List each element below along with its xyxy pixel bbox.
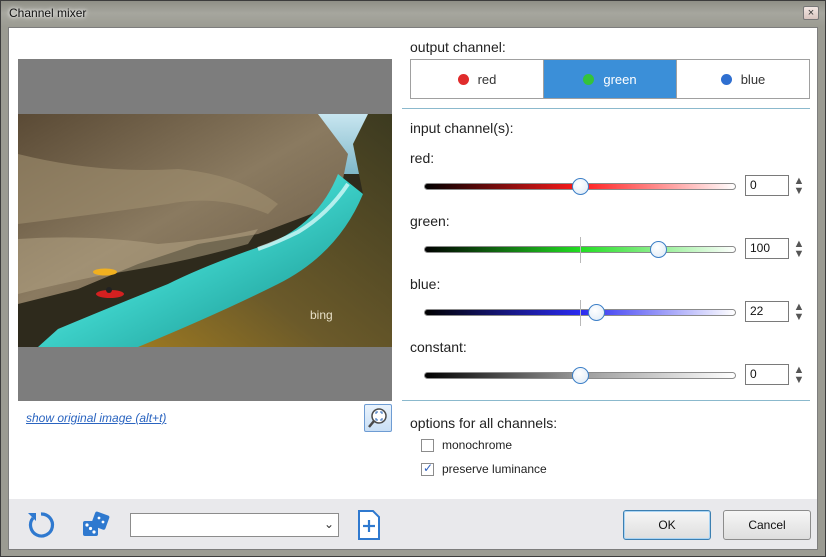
reset-button[interactable] (24, 508, 58, 542)
window-title: Channel mixer (9, 6, 87, 20)
green-channel-label: green: (410, 213, 450, 229)
slider-thumb[interactable] (588, 304, 605, 321)
add-preset-button[interactable] (352, 508, 386, 542)
red-dot-icon (457, 73, 469, 85)
dialog-content: bing show original image (alt+t) output … (8, 27, 818, 550)
green-spinner[interactable]: ▲ ▼ (793, 239, 805, 260)
constant-slider[interactable] (424, 363, 736, 389)
channel-mixer-window: Channel mixer × bing show original image… (0, 0, 826, 557)
title-bar[interactable]: Channel mixer × (1, 1, 825, 27)
divider (402, 108, 810, 109)
output-option-label: blue (740, 71, 766, 87)
green-value-input[interactable]: 100 (745, 238, 789, 259)
center-tick (580, 300, 581, 326)
green-slider[interactable] (424, 237, 736, 263)
preserve-luminance-label: preserve luminance (442, 462, 547, 476)
add-preset-icon (358, 510, 380, 540)
output-option-label: green (603, 71, 637, 87)
bottom-toolbar: ⌄ OK Cancel (9, 499, 817, 549)
blue-value-input[interactable]: 22 (745, 301, 789, 322)
blue-channel-label: blue: (410, 276, 441, 292)
red-spinner[interactable]: ▲ ▼ (793, 176, 805, 197)
divider (402, 400, 810, 401)
center-tick (580, 237, 581, 263)
output-option-label: red (477, 71, 497, 87)
blue-dot-icon (720, 73, 732, 85)
randomize-button[interactable] (79, 508, 113, 542)
output-option-blue[interactable]: blue (677, 60, 809, 98)
reset-icon (28, 512, 55, 538)
output-option-green[interactable]: green (544, 60, 677, 98)
preview-area: bing (18, 59, 392, 401)
close-button[interactable]: × (803, 6, 819, 20)
red-slider[interactable] (424, 174, 736, 200)
constant-spinner[interactable]: ▲ ▼ (793, 365, 805, 386)
bing-watermark: bing (310, 308, 333, 322)
zoom-fit-button[interactable] (364, 404, 392, 432)
constant-value-input[interactable]: 0 (745, 364, 789, 385)
show-original-link[interactable]: show original image (alt+t) (26, 411, 166, 425)
preview-image: bing (18, 114, 392, 347)
options-label: options for all channels: (410, 415, 558, 431)
preserve-luminance-option[interactable]: ✓ preserve luminance (421, 461, 547, 477)
green-dot-icon (583, 73, 595, 85)
output-channel-selector: red green blue (410, 59, 810, 99)
preserve-luminance-checkbox[interactable]: ✓ (421, 460, 434, 476)
monochrome-checkbox[interactable] (421, 438, 434, 452)
preset-dropdown[interactable]: ⌄ (130, 513, 339, 537)
monochrome-label: monochrome (442, 438, 513, 452)
red-value-input[interactable]: 0 (745, 175, 789, 196)
checkmark-icon: ✓ (423, 460, 434, 475)
input-channels-label: input channel(s): (410, 120, 514, 136)
chevron-down-icon: ⌄ (323, 517, 334, 531)
ok-button[interactable]: OK (623, 510, 711, 540)
slider-thumb[interactable] (650, 241, 667, 258)
output-option-red[interactable]: red (411, 60, 544, 98)
output-channel-label: output channel: (410, 39, 506, 55)
blue-slider[interactable] (424, 300, 736, 326)
monochrome-option[interactable]: monochrome (421, 437, 512, 453)
constant-label: constant: (410, 339, 467, 355)
dice-icon (83, 511, 110, 536)
slider-thumb[interactable] (572, 367, 589, 384)
slider-thumb[interactable] (572, 178, 589, 195)
zoom-fit-icon (368, 408, 387, 428)
red-channel-label: red: (410, 150, 435, 166)
blue-spinner[interactable]: ▲ ▼ (793, 302, 805, 323)
cancel-button[interactable]: Cancel (723, 510, 811, 540)
